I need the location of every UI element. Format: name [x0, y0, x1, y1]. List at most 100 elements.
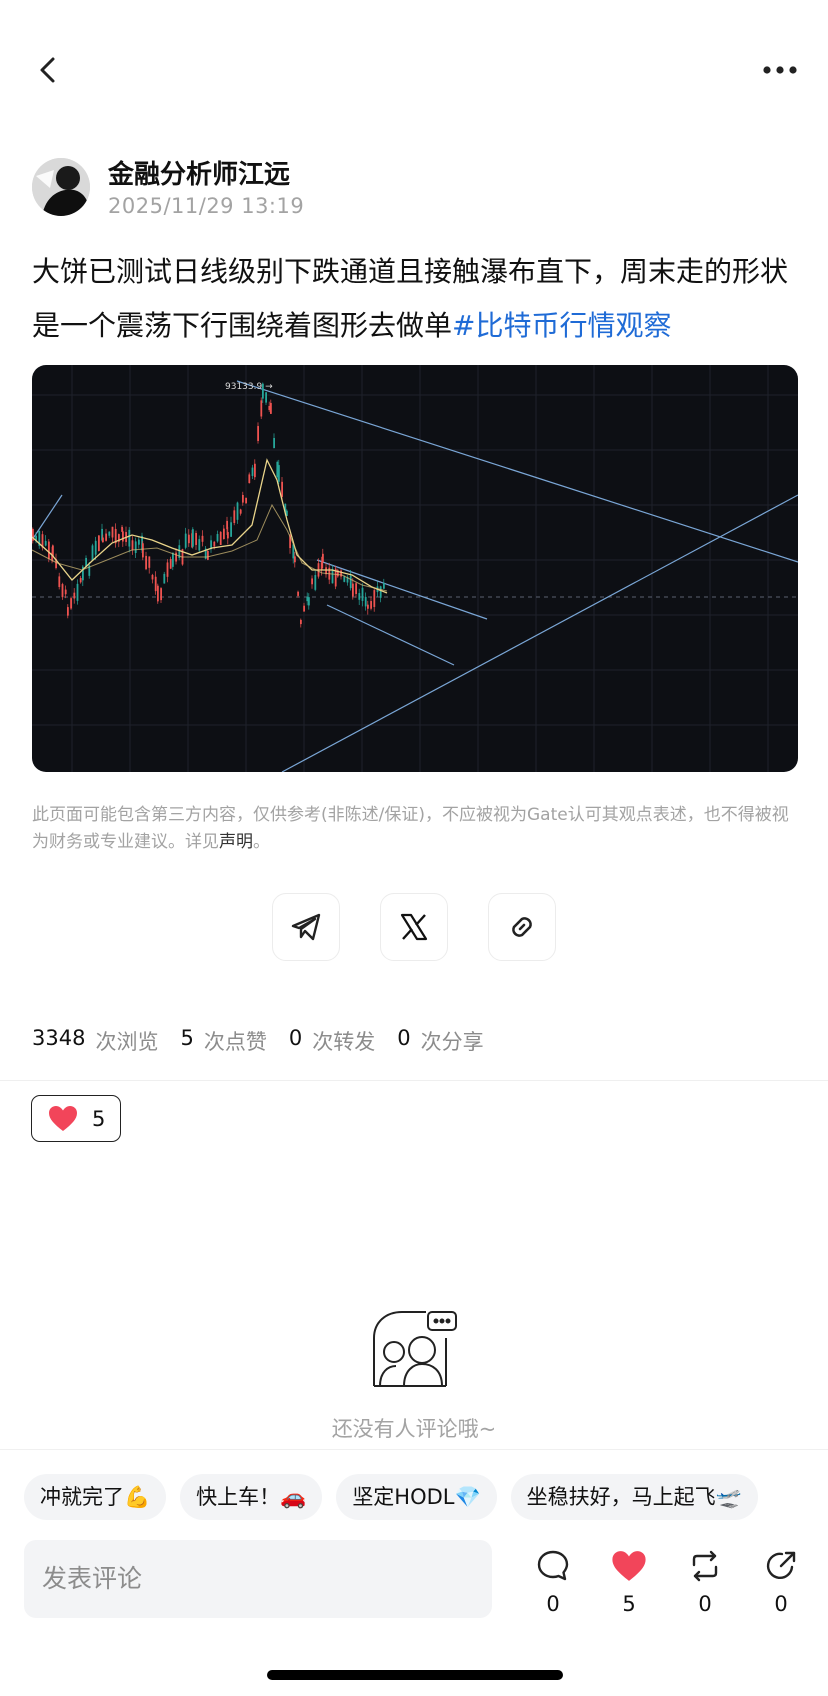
repost-count: 0 — [698, 1592, 712, 1616]
candle-body — [76, 583, 79, 601]
candle-body — [195, 533, 197, 545]
candle-body — [148, 556, 151, 568]
candle-body — [198, 539, 201, 551]
quick-reply-chip[interactable]: 坚定HODL💎 — [336, 1474, 497, 1520]
views-label: 次浏览 — [95, 1030, 159, 1054]
candle-body — [239, 509, 242, 514]
post-timestamp: 2025/11/29 13:19 — [108, 194, 305, 218]
candle-body — [352, 583, 354, 597]
chevron-left-icon — [40, 57, 55, 83]
comment-panel: 冲就完了💪 快上车！🚗 坚定HODL💎 坐稳扶好，马上起飞🛫 发表评论 0 5 — [0, 1449, 828, 1696]
candle-body — [201, 535, 204, 542]
quick-reply-chips: 冲就完了💪 快上车！🚗 坚定HODL💎 坐稳扶好，马上起飞🛫 — [24, 1474, 828, 1520]
candle-body — [361, 587, 364, 601]
candle-body — [273, 438, 275, 449]
candle-body — [320, 562, 323, 570]
likes-label: 次点赞 — [203, 1030, 267, 1054]
candle-body — [154, 576, 157, 592]
quick-reply-chip[interactable]: 坐稳扶好，马上起飞🛫 — [510, 1474, 758, 1520]
candle-body — [331, 568, 334, 584]
share-icon — [766, 1551, 796, 1580]
candle-body — [192, 529, 194, 547]
share-link-button[interactable] — [488, 893, 556, 961]
share-action[interactable]: 0 — [756, 1546, 806, 1616]
x-icon — [400, 913, 428, 941]
candle-body — [294, 556, 296, 563]
post-text: 大饼已测试日线级别下跌通道且接触瀑布直下，周末走的形状是一个震荡下行围绕着图形去… — [32, 255, 789, 342]
divider — [0, 1080, 828, 1081]
disclaimer: 此页面可能包含第三方内容，仅供参考(非陈述/保证)，不应被视为Gate认可其观点… — [32, 802, 792, 856]
candle-body — [172, 552, 174, 567]
candle-body — [303, 605, 305, 612]
candle-body — [188, 534, 190, 544]
candle-body — [157, 585, 159, 602]
candle-body — [242, 494, 244, 503]
like-action[interactable]: 5 — [604, 1546, 654, 1616]
candle-body — [367, 604, 369, 609]
candle-body — [297, 591, 299, 596]
candle-body — [79, 577, 82, 583]
comment-action[interactable]: 0 — [528, 1546, 578, 1616]
candle-body — [94, 540, 97, 555]
candle-body — [314, 575, 317, 590]
candle-body — [175, 552, 177, 562]
reposts-count: 0 — [288, 1026, 303, 1050]
candle-body — [108, 531, 111, 536]
candle-body — [268, 405, 271, 410]
reposts-label: 次转发 — [312, 1030, 376, 1054]
back-button[interactable] — [28, 50, 68, 90]
post-body: 大饼已测试日线级别下跌通道且接触瀑布直下，周末走的形状是一个震荡下行围绕着图形去… — [32, 245, 802, 353]
candle-body — [383, 582, 385, 589]
share-telegram-button[interactable] — [272, 893, 340, 961]
candle-body — [257, 426, 259, 441]
candle-body — [131, 540, 134, 551]
candle-body — [373, 590, 376, 607]
comment-input[interactable]: 发表评论 — [24, 1540, 492, 1618]
more-horizontal-icon — [763, 66, 797, 74]
candle-body — [98, 535, 100, 552]
author-name[interactable]: 金融分析师江远 — [108, 154, 290, 191]
candle-body — [64, 589, 67, 595]
candle-body — [276, 461, 279, 478]
disclaimer-link[interactable]: 声明 — [219, 832, 253, 852]
candle-body — [364, 596, 367, 607]
candle-body — [349, 575, 352, 589]
candle-body — [163, 573, 166, 584]
quick-reply-chip[interactable]: 冲就完了💪 — [24, 1474, 167, 1520]
candle-body — [248, 474, 251, 484]
post-chart-image[interactable]: 93133.9 → — [32, 365, 798, 772]
candle-body — [160, 588, 162, 601]
candle-body — [207, 551, 209, 560]
candle-body — [306, 596, 309, 602]
share-buttons — [272, 893, 562, 963]
candle-body — [379, 586, 382, 598]
candle-body — [308, 597, 310, 606]
chart-peak-label: 93133.9 → — [225, 382, 273, 392]
share-x-button[interactable] — [380, 893, 448, 961]
candle-body — [260, 400, 263, 417]
candle-body — [73, 592, 76, 599]
candle-body — [370, 601, 372, 609]
more-options-button[interactable] — [756, 50, 804, 90]
quick-reply-chip[interactable]: 快上车！🚗 — [180, 1474, 323, 1520]
candle-body — [270, 402, 272, 414]
disclaimer-end: 。 — [253, 832, 270, 852]
link-icon — [512, 917, 532, 937]
avatar[interactable] — [32, 158, 90, 216]
hashtag-link[interactable]: #比特币行情观察 — [452, 309, 671, 342]
candle-body — [111, 526, 114, 538]
like-count: 5 — [622, 1592, 636, 1616]
post-actions: 0 5 0 0 — [528, 1546, 808, 1626]
candle-body — [227, 532, 229, 539]
candle-body — [138, 539, 140, 545]
heart-reaction-button[interactable]: 5 — [31, 1095, 121, 1142]
reaction-count: 5 — [92, 1106, 106, 1131]
shares-count: 0 — [397, 1026, 411, 1050]
candle-body — [213, 541, 216, 547]
repost-action[interactable]: 0 — [680, 1546, 730, 1616]
candle-body — [48, 541, 50, 559]
candle-body — [236, 502, 239, 520]
post-author-header: 金融分析师江远 2025/11/29 13:19 — [32, 150, 732, 220]
candle-body — [281, 481, 283, 497]
candle-body — [122, 531, 124, 542]
